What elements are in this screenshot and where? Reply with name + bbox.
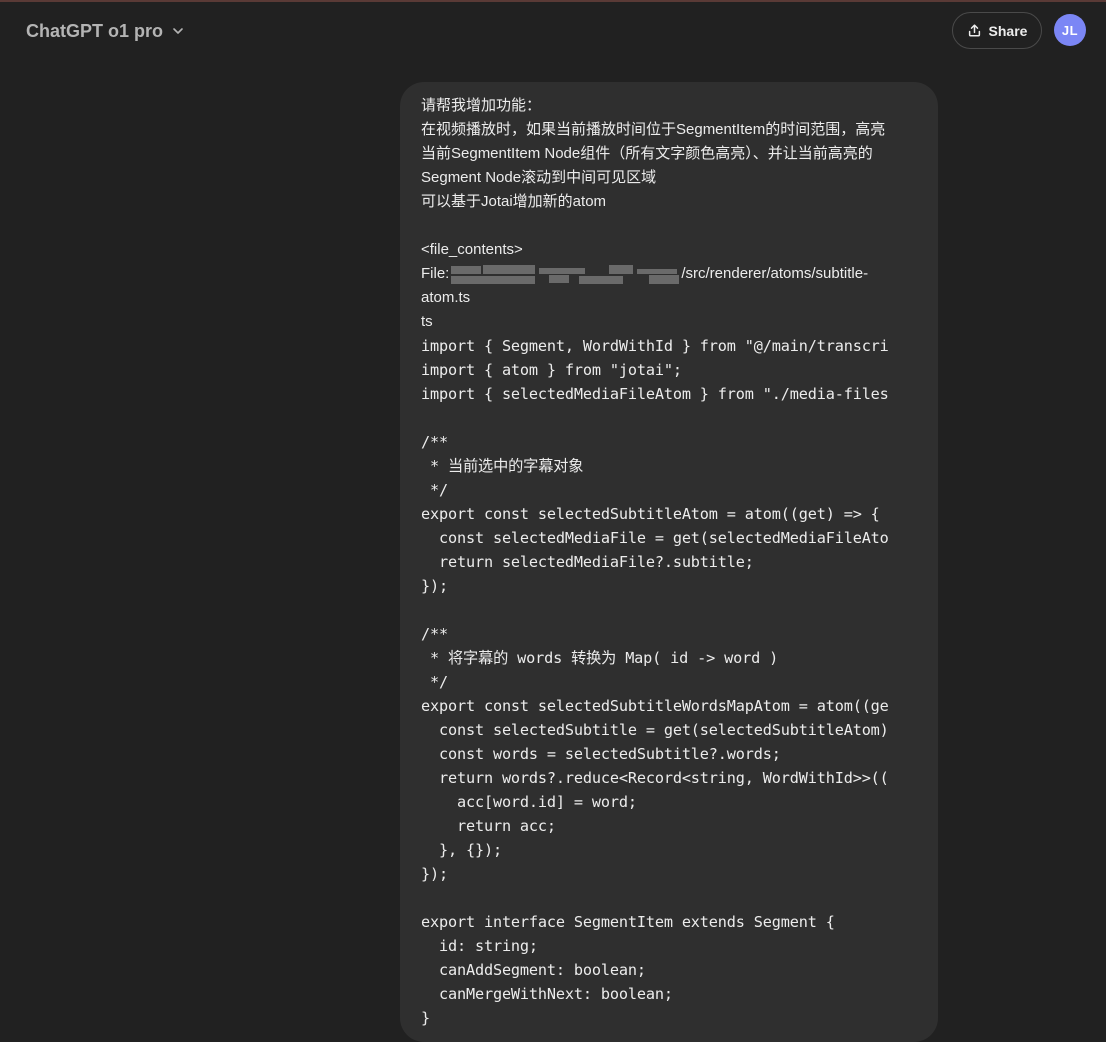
code-line: }); xyxy=(421,865,448,883)
share-upload-icon xyxy=(968,24,980,37)
share-label: Share xyxy=(988,22,1028,39)
chevron-down-icon xyxy=(173,28,183,34)
message-line: Segment Node滚动到中间可见区域 xyxy=(421,169,657,186)
file-prefix: File: xyxy=(421,265,450,282)
code-line: /** xyxy=(421,625,448,643)
code-line: * 当前选中的字幕对象 xyxy=(421,457,584,475)
code-language: ts xyxy=(421,313,433,330)
model-name: ChatGPT o1 pro xyxy=(26,20,164,41)
code-line: canAddSegment: boolean; xyxy=(421,961,646,979)
code-line: return acc; xyxy=(421,817,556,835)
code-line: export interface SegmentItem extends Seg… xyxy=(421,913,835,931)
code-line: */ xyxy=(421,673,448,691)
code-line: const selectedMediaFile = get(selectedMe… xyxy=(421,529,889,547)
code-line: /** xyxy=(421,433,448,451)
code-block: import { Segment, WordWithId } from "@/m… xyxy=(421,334,921,1030)
code-line: import { selectedMediaFileAtom } from ".… xyxy=(421,385,889,403)
code-line: const selectedSubtitle = get(selectedSub… xyxy=(421,721,889,739)
message-line: 当前SegmentItem Node组件（所有文字颜色高亮）、并让当前高亮的 xyxy=(421,145,873,162)
file-path-line: File: /src/renderer/atoms/subtitle- xyxy=(421,262,921,286)
model-switcher-button[interactable]: ChatGPT o1 pro xyxy=(14,13,197,49)
message-text: 请帮我增加功能： 在视频播放时，如果当前播放时间位于SegmentItem的时间… xyxy=(421,94,921,1030)
message-line: 在视频播放时，如果当前播放时间位于SegmentItem的时间范围，高亮 xyxy=(421,121,886,138)
file-path-suffix: /src/renderer/atoms/subtitle- xyxy=(681,265,869,282)
code-line: export const selectedSubtitleWordsMapAto… xyxy=(421,697,889,715)
file-open-tag: <file_contents> xyxy=(421,241,523,258)
code-line: const words = selectedSubtitle?.words; xyxy=(421,745,781,763)
code-line: } xyxy=(421,1009,430,1027)
share-button[interactable]: Share xyxy=(952,12,1042,49)
message-line: 请帮我增加功能： xyxy=(421,97,542,114)
code-line: */ xyxy=(421,481,448,499)
code-line: acc[word.id] = word; xyxy=(421,793,637,811)
code-line: import { atom } from "jotai"; xyxy=(421,361,682,379)
avatar[interactable]: JL xyxy=(1054,14,1086,46)
code-line: }); xyxy=(421,577,448,595)
user-message-bubble: 请帮我增加功能： 在视频播放时，如果当前播放时间位于SegmentItem的时间… xyxy=(400,82,938,1042)
code-line: export const selectedSubtitleAtom = atom… xyxy=(421,505,880,523)
code-line: }, {}); xyxy=(421,841,502,859)
file-path-continuation: atom.ts xyxy=(421,289,471,306)
code-line: * 将字幕的 words 转换为 Map( id -> word ) xyxy=(421,649,779,667)
code-line: canMergeWithNext: boolean; xyxy=(421,985,673,1003)
code-line: return words?.reduce<Record<string, Word… xyxy=(421,769,889,787)
top-bar: ChatGPT o1 pro Share JL xyxy=(0,2,1106,58)
avatar-initials: JL xyxy=(1061,22,1079,38)
code-line: return selectedMediaFile?.subtitle; xyxy=(421,553,754,571)
message-line: 可以基于Jotai增加新的atom xyxy=(421,193,607,210)
redacted-path xyxy=(449,262,681,286)
code-line: import { Segment, WordWithId } from "@/m… xyxy=(421,337,889,355)
code-line: id: string; xyxy=(421,937,538,955)
